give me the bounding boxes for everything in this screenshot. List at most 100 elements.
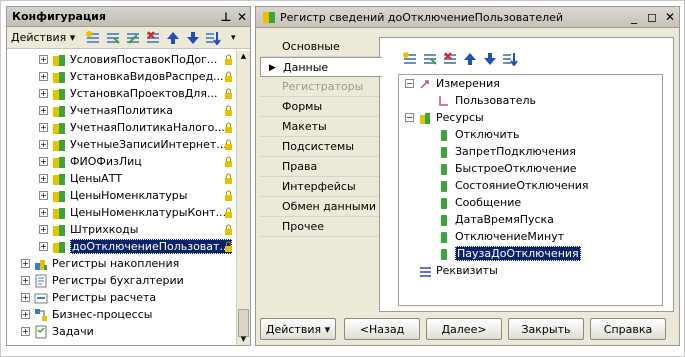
tree-node-dimensions[interactable]: − Измерения [399,75,662,92]
expand-icon[interactable]: + [21,310,30,319]
tree-node-requisites[interactable]: Реквизиты [399,262,662,279]
expand-icon[interactable]: + [21,259,30,268]
register-icon [53,54,65,66]
config-tree-item[interactable]: + Штрихкоды [7,221,237,238]
minimize-icon[interactable]: _ [625,10,643,24]
resource-item-label: ПаузаДоОтключения [455,246,581,261]
close-window-icon[interactable]: ✕ [661,10,679,24]
tree-node-resources[interactable]: − Ресурсы [399,109,662,126]
config-root-item[interactable]: + Регистры расчета [7,289,237,306]
resource-item[interactable]: ОтключениеМинут [399,228,662,245]
config-tree-item[interactable]: + УсловияПоставокПоДог... [7,51,237,68]
scrollbar-thumb[interactable] [238,309,249,337]
actions-button[interactable]: Действия ▾ [260,318,336,340]
expand-icon[interactable]: + [39,208,48,217]
tab-item[interactable]: Подсистемы [260,137,380,157]
tab-item[interactable]: Регистраторы [260,77,380,97]
copy-icon[interactable] [103,29,123,47]
close-icon[interactable]: ✕ [234,10,250,24]
sort-icon[interactable] [203,29,223,47]
config-tree-item-label: доОтключениеПользоват... [70,239,232,254]
resource-item[interactable]: ЗапретПодключения [399,143,662,160]
maximize-icon[interactable]: ◻ [643,10,661,24]
resource-item[interactable]: ДатаВремяПуска [399,211,662,228]
config-tree-item[interactable]: + УчетныеЗаписиИнтернет... [7,136,237,153]
config-tree-item[interactable]: + УстановкаПроектовДля... [7,85,237,102]
lock-icon [225,156,232,167]
config-root-item[interactable]: + Регистры накопления [7,255,237,272]
collapse-icon[interactable]: − [405,79,414,88]
config-tree-item-label: УстановкаВидовРаспред... [70,70,224,83]
expand-icon[interactable]: + [39,106,48,115]
delete-icon[interactable] [440,50,460,68]
config-tree-item-label: УсловияПоставокПоДог... [70,53,218,66]
next-button[interactable]: Далее> [426,318,502,340]
expand-icon[interactable]: + [21,276,30,285]
expand-icon[interactable]: + [39,191,48,200]
expand-icon[interactable]: + [39,157,48,166]
expand-icon[interactable]: + [39,140,48,149]
scroll-down-icon[interactable]: ▼ [238,334,249,344]
tab-item[interactable]: Права [260,157,380,177]
edit-icon[interactable] [123,29,143,47]
delete-icon[interactable] [143,29,163,47]
tab-item[interactable]: Основные [260,37,380,57]
actions-menu[interactable]: Действия ▾ [11,31,75,44]
add-icon[interactable] [83,29,103,47]
tree-node-label: Измерения [436,77,500,90]
tab-item[interactable]: Макеты [260,117,380,137]
resource-item[interactable]: ПаузаДоОтключения [399,245,662,262]
expand-icon[interactable]: + [39,242,48,251]
dimensions-icon [420,79,429,89]
tab-item[interactable]: Обмен данными [260,197,380,217]
resource-item[interactable]: БыстроеОтключение [399,160,662,177]
config-tree-item[interactable]: + УстановкаВидовРаспред... [7,68,237,85]
collapse-icon[interactable]: − [405,113,414,122]
actions-label: Действия [11,31,67,44]
configuration-scrollbar[interactable]: ▲ ▼ [236,51,250,345]
move-up-icon[interactable] [163,29,183,47]
expand-icon[interactable]: + [21,293,30,302]
expand-icon[interactable]: + [39,174,48,183]
tab-item[interactable]: ▶ Данные [260,57,382,77]
expand-icon[interactable]: + [21,327,30,336]
expand-icon[interactable]: + [39,89,48,98]
tab-item[interactable]: Прочее [260,217,380,237]
expand-icon[interactable]: + [39,72,48,81]
config-tree-item[interactable]: + ФИОФизЛиц [7,153,237,170]
config-root-item[interactable]: + Регистры бухгалтерии [7,272,237,289]
config-root-item[interactable]: + Бизнес-процессы [7,306,237,323]
add-icon[interactable] [400,50,420,68]
expand-icon[interactable]: + [39,225,48,234]
move-up-icon[interactable] [460,50,480,68]
config-tree-item[interactable]: + ЦеныАТТ [7,170,237,187]
back-button[interactable]: <Назад [344,318,420,340]
config-tree-item[interactable]: + УчетнаяПолитикаНалого... [7,119,237,136]
sort-icon[interactable] [500,50,520,68]
config-tree-item[interactable]: + УчетнаяПолитика [7,102,237,119]
move-down-icon[interactable] [183,29,203,47]
config-tree-item[interactable]: + доОтключениеПользоват... [7,238,237,255]
resource-item-label: ЗапретПодключения [455,145,576,158]
config-tree-item[interactable]: + ЦеныНоменклатурыКонт... [7,204,237,221]
copy-icon[interactable] [420,50,440,68]
resource-item[interactable]: Отключить [399,126,662,143]
config-tree-item[interactable]: + ЦеныНоменклатуры [7,187,237,204]
register-icon [53,173,65,185]
tab-item[interactable]: Интерфейсы [260,177,380,197]
expand-icon[interactable]: + [39,123,48,132]
help-button[interactable]: Справка [590,318,666,340]
close-button[interactable]: Закрыть [508,318,584,340]
scroll-up-icon[interactable]: ▲ [238,51,249,61]
expand-icon[interactable]: + [39,55,48,64]
dimension-item[interactable]: Пользователь [399,92,662,109]
requisites-icon [420,266,431,277]
more-icon[interactable]: ▾ [223,29,243,47]
tab-item[interactable]: Формы [260,97,380,117]
pin-icon[interactable]: ⊥ [218,10,234,24]
config-root-item[interactable]: + Задачи [7,323,237,340]
resource-item[interactable]: Сообщение [399,194,662,211]
tree-node-label: Ресурсы [436,111,484,124]
move-down-icon[interactable] [480,50,500,68]
resource-item[interactable]: СостояниеОтключения [399,177,662,194]
